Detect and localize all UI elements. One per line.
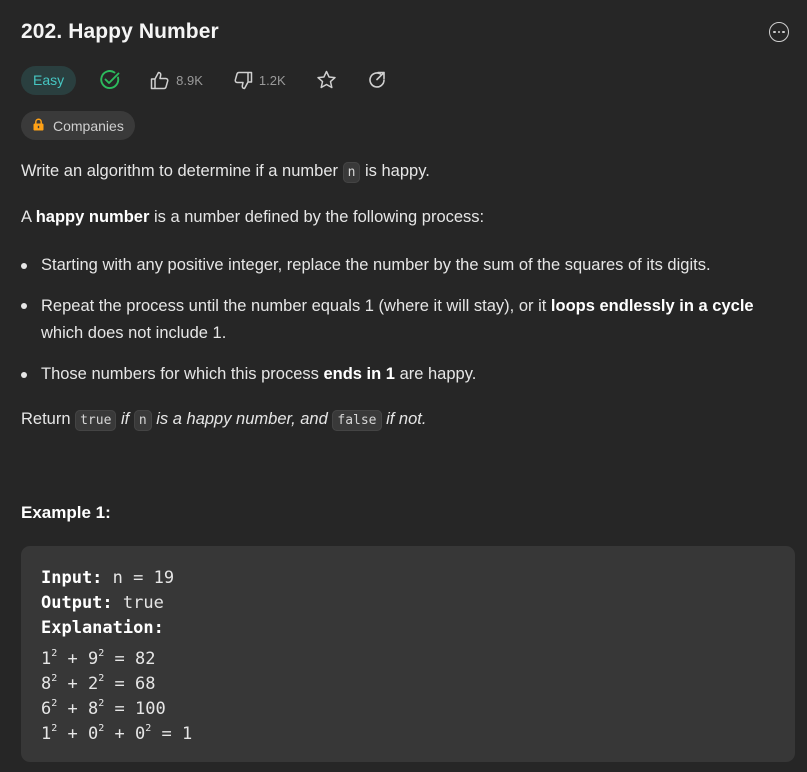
like-button[interactable]: 8.9K [150, 71, 203, 90]
description-paragraph-1: Write an algorithm to determine if a num… [21, 162, 430, 183]
problem-meta-row: Easy 8.9K 1.2K [21, 65, 387, 95]
example-title: Example 1: [21, 503, 111, 522]
difficulty-badge[interactable]: Easy [21, 65, 77, 95]
inline-code-n: n [133, 410, 152, 431]
star-icon[interactable] [316, 70, 337, 90]
list-item: Repeat the process until the number equa… [41, 297, 754, 342]
like-count: 8.9K [176, 72, 203, 88]
inline-code-false: false [332, 410, 382, 431]
return-paragraph: Return true if n is a happy number, and … [21, 410, 426, 431]
thumbs-down-icon [234, 71, 253, 89]
list-item: Those numbers for which this process end… [41, 365, 477, 383]
bullet-dot [21, 303, 27, 309]
description-paragraph-2: A happy number is a number defined by th… [21, 208, 485, 226]
dislike-button[interactable]: 1.2K [233, 71, 286, 90]
inline-code-true: true [75, 410, 117, 431]
dislike-count: 1.2K [258, 72, 286, 88]
share-icon[interactable] [367, 70, 387, 90]
thumbs-up-icon [150, 71, 169, 89]
companies-tag[interactable]: Companies [21, 111, 135, 140]
companies-label: Companies [53, 117, 124, 134]
solved-check-icon [98, 68, 122, 92]
problem-title: 202. Happy Number [21, 20, 219, 43]
bullet-dot [21, 372, 27, 378]
bullet-dot [21, 263, 27, 269]
lock-icon [32, 118, 45, 134]
example-code-block: Input: n = 19 Output: true Explanation: … [21, 546, 795, 762]
inline-code-n: n [342, 162, 361, 183]
list-item: Starting with any positive integer, repl… [41, 256, 711, 274]
more-options-icon[interactable] [769, 22, 789, 42]
